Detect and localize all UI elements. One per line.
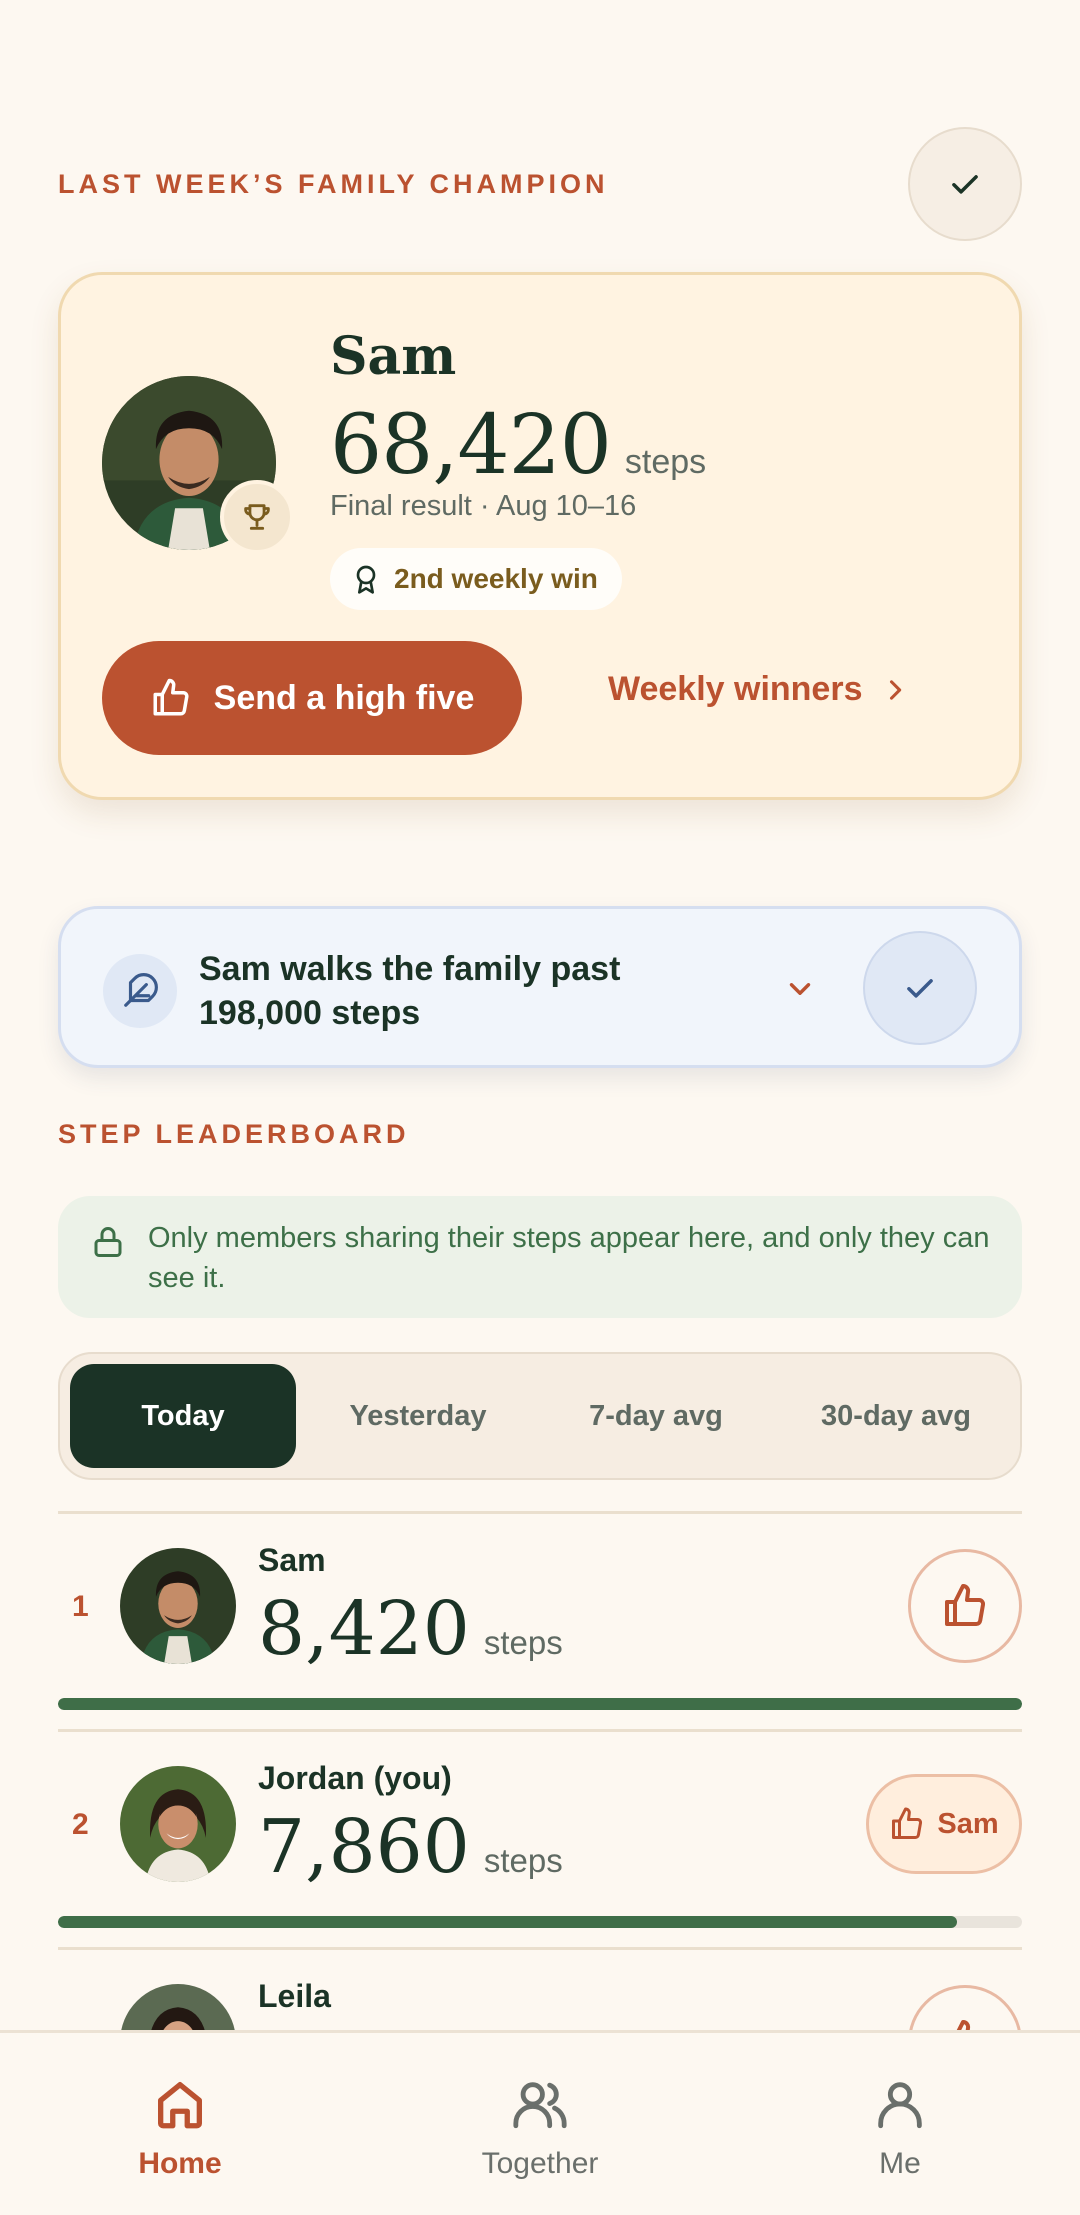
divider: [58, 1947, 1022, 1950]
trophy-icon: [244, 504, 270, 530]
progress-bar: [58, 1916, 1022, 1928]
trophy-badge: [220, 480, 294, 554]
chevron-down-icon[interactable]: [783, 972, 817, 1006]
home-icon: [158, 2082, 202, 2129]
privacy-note-text: Only members sharing their steps appear …: [148, 1222, 990, 1294]
nav-together-label: Together: [481, 2147, 599, 2180]
tab-today[interactable]: Today: [70, 1364, 296, 1468]
lock-icon: [94, 1227, 122, 1257]
tab-30-day-avg[interactable]: 30-day avg: [778, 1364, 1014, 1468]
high-five-sam-button[interactable]: [908, 1549, 1022, 1663]
weekly-winners-label: Weekly winners: [608, 670, 863, 708]
check-icon: [907, 979, 933, 998]
bottom-nav: Home Together Me: [0, 2030, 1080, 2215]
rank-2: 2: [72, 1808, 89, 1841]
leaderboard-section-label: STEP LEADERBOARD: [58, 1119, 410, 1149]
period-tabs: Today Yesterday 7-day avg 30-day avg: [58, 1352, 1022, 1480]
champion-name: Sam: [330, 326, 457, 387]
send-high-five-label: Send a high five: [213, 678, 475, 717]
member-name: Leila: [258, 1978, 331, 2014]
nav-home-label: Home: [138, 2147, 222, 2180]
member-steps: 7,860 steps: [258, 1804, 563, 1890]
dismiss-milestone-button[interactable]: [863, 931, 977, 1045]
champion-steps-unit: steps: [624, 443, 707, 481]
nav-together[interactable]: Together: [440, 2075, 640, 2181]
champion-section-label: LAST WEEK’S FAMILY CHAMPION: [58, 169, 609, 199]
thumbs-up-icon: [153, 678, 189, 716]
high-five-to-sam-button[interactable]: Sam: [866, 1774, 1022, 1874]
tab-yesterday[interactable]: Yesterday: [302, 1364, 534, 1468]
member-avatar-sam[interactable]: [120, 1548, 236, 1664]
divider: [58, 1511, 1022, 1514]
tab-7-day-avg[interactable]: 7-day avg: [540, 1364, 772, 1468]
feather-icon: [124, 973, 158, 1007]
member-steps-value: 7,860: [258, 1804, 470, 1890]
member-steps: 8,420 steps: [258, 1586, 563, 1672]
nav-me[interactable]: Me: [800, 2075, 1000, 2181]
weekly-win-chip: 2nd weekly win: [330, 548, 622, 610]
progress-bar-fill: [58, 1698, 1022, 1710]
milestone-card[interactable]: Sam walks the family past 198,000 steps: [58, 906, 1022, 1068]
award-icon: [356, 565, 376, 594]
champion-subtitle: Final result · Aug 10–16: [330, 490, 637, 522]
send-high-five-button[interactable]: Send a high five: [102, 641, 522, 755]
milestone-text: Sam walks the family past 198,000 steps: [199, 950, 621, 1032]
dismiss-champion-button[interactable]: [908, 127, 1022, 241]
divider: [58, 1729, 1022, 1732]
member-steps-unit: steps: [483, 1842, 563, 1879]
member-steps-unit: steps: [483, 1624, 563, 1661]
weekly-winners-link[interactable]: Weekly winners: [608, 670, 909, 709]
progress-bar-fill: [58, 1916, 958, 1928]
person-icon: [878, 2082, 922, 2129]
high-five-target-label: Sam: [937, 1807, 999, 1840]
nav-me-label: Me: [879, 2147, 921, 2180]
member-avatar-jordan[interactable]: [120, 1766, 236, 1882]
check-icon: [952, 175, 978, 194]
progress-bar: [58, 1698, 1022, 1710]
nav-home[interactable]: Home: [80, 2075, 280, 2181]
rank-1: 1: [72, 1590, 89, 1623]
champion-steps-value: 68,420: [330, 398, 612, 493]
member-steps-value: 8,420: [258, 1586, 470, 1672]
chevron-right-icon: [889, 679, 901, 700]
member-name: Sam: [258, 1542, 326, 1578]
member-name: Jordan (you): [258, 1760, 452, 1796]
privacy-note: Only members sharing their steps appear …: [58, 1196, 1022, 1318]
thumbs-up-icon: [892, 1807, 923, 1839]
champion-steps: 68,420 steps: [330, 398, 706, 493]
people-icon: [513, 2082, 567, 2129]
weekly-win-label: 2nd weekly win: [394, 563, 598, 594]
thumbs-up-icon: [945, 1584, 986, 1626]
feather-icon-badge: [103, 954, 177, 1028]
